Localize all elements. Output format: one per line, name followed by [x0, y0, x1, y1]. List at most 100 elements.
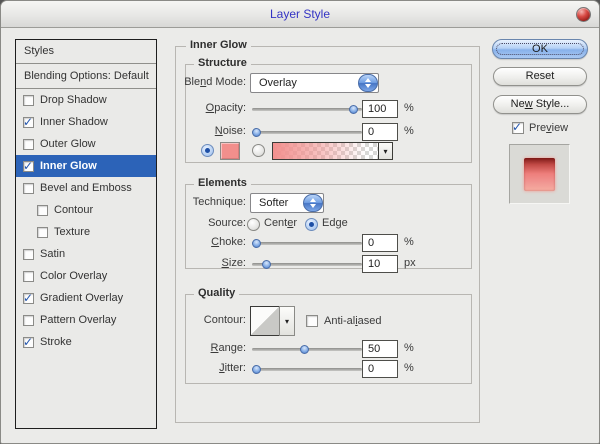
gradient-picker[interactable]: ▾ — [272, 142, 393, 160]
arrow-up-icon — [365, 78, 371, 82]
glow-color-swatch[interactable] — [220, 142, 240, 160]
arrow-up-icon — [310, 198, 316, 202]
drop-shadow-checkbox[interactable] — [23, 94, 34, 106]
technique-value: Softer — [259, 197, 289, 209]
contour-label: Contour: — [203, 314, 246, 326]
source-center-radio[interactable] — [247, 218, 260, 231]
sidebar-item-gradient-overlay[interactable]: Gradient Overlay — [16, 287, 156, 309]
close-button[interactable] — [576, 7, 591, 22]
blend-mode-value: Overlay — [259, 77, 297, 89]
technique-dropdown[interactable]: Softer — [250, 193, 324, 213]
styles-list-header[interactable]: Styles — [16, 40, 156, 64]
choke-input[interactable] — [362, 234, 398, 252]
blend-mode-label: Blend Mode: — [184, 76, 246, 88]
bevel-and-emboss-checkbox[interactable] — [23, 182, 34, 194]
range-unit: % — [404, 342, 414, 354]
jitter-slider[interactable] — [252, 365, 362, 374]
size-label: Size: — [221, 257, 246, 269]
sidebar-item-outer-glow[interactable]: Outer Glow — [16, 133, 156, 155]
size-slider-thumb[interactable] — [262, 260, 272, 269]
source-center-label[interactable]: Center — [264, 217, 297, 229]
style-preview-panel — [509, 144, 570, 204]
inner-shadow-checkbox[interactable] — [23, 115, 34, 129]
choke-slider-thumb[interactable] — [252, 239, 262, 248]
choke-slider[interactable] — [252, 239, 362, 248]
sidebar-item-pattern-overlay[interactable]: Pattern Overlay — [16, 309, 156, 331]
jitter-unit: % — [404, 362, 414, 374]
arrow-down-icon — [365, 84, 371, 88]
solid-color-radio[interactable] — [201, 144, 214, 157]
contour-checkbox[interactable] — [37, 204, 48, 216]
source-edge-radio[interactable] — [305, 218, 318, 231]
titlebar[interactable]: Layer Style — [1, 1, 599, 28]
sidebar-item-satin[interactable]: Satin — [16, 243, 156, 265]
quality-legend: Quality — [194, 287, 240, 299]
anti-aliased-label[interactable]: Anti-aliased — [324, 315, 382, 327]
anti-aliased-checkbox[interactable] — [306, 315, 318, 327]
contour-dropdown-arrow-icon[interactable]: ▾ — [279, 306, 295, 336]
choke-label: Choke: — [211, 236, 246, 248]
sidebar-item-label: Bevel and Emboss — [40, 182, 132, 194]
pattern-overlay-checkbox[interactable] — [23, 314, 34, 326]
sidebar-item-texture[interactable]: Texture — [16, 221, 156, 243]
texture-checkbox[interactable] — [37, 226, 48, 238]
opacity-slider[interactable] — [252, 105, 362, 114]
source-edge-label[interactable]: Edge — [322, 217, 348, 229]
contour-picker[interactable] — [250, 306, 280, 336]
sidebar-item-contour[interactable]: Contour — [16, 199, 156, 221]
range-input[interactable] — [362, 340, 398, 358]
opacity-label: Opacity: — [205, 102, 246, 114]
noise-slider-thumb[interactable] — [252, 128, 262, 137]
blend-mode-dropdown[interactable]: Overlay — [250, 73, 379, 93]
sidebar-item-stroke[interactable]: Stroke — [16, 331, 156, 353]
gradient-dropdown-arrow-icon[interactable]: ▾ — [378, 143, 392, 159]
stroke-checkbox[interactable] — [23, 335, 34, 349]
outer-glow-checkbox[interactable] — [23, 138, 34, 150]
inner-glow-checkbox[interactable] — [23, 159, 34, 173]
sidebar-item-label: Stroke — [40, 336, 72, 348]
gradient-overlay-checkbox[interactable] — [23, 291, 34, 305]
sidebar-item-bevel-and-emboss[interactable]: Bevel and Emboss — [16, 177, 156, 199]
style-preview-thumbnail — [524, 158, 555, 191]
sidebar-item-blending-options[interactable]: Blending Options: Default — [16, 64, 156, 89]
styles-list: Styles Blending Options: Default Drop Sh… — [15, 39, 157, 429]
color-overlay-checkbox[interactable] — [23, 270, 34, 282]
range-slider-thumb[interactable] — [299, 345, 309, 354]
noise-label: Noise: — [214, 125, 246, 137]
jitter-input[interactable] — [362, 360, 398, 378]
panel-title: Inner Glow — [186, 39, 251, 51]
sidebar-item-inner-glow[interactable]: Inner Glow — [16, 155, 156, 177]
opacity-input[interactable] — [362, 100, 398, 118]
jitter-slider-thumb[interactable] — [252, 365, 262, 374]
size-input[interactable] — [362, 255, 398, 273]
preview-checkbox[interactable] — [512, 120, 524, 134]
opacity-slider-thumb[interactable] — [349, 105, 359, 114]
range-slider[interactable] — [252, 345, 362, 354]
new-style-button[interactable]: New Style... — [493, 95, 587, 114]
structure-legend: Structure — [194, 57, 251, 69]
ok-button[interactable]: OK — [492, 39, 588, 59]
sidebar-item-label: Color Overlay — [40, 270, 108, 282]
technique-label: Technique: — [192, 196, 246, 208]
sidebar-item-inner-shadow[interactable]: Inner Shadow — [16, 111, 156, 133]
noise-slider[interactable] — [252, 128, 362, 137]
satin-checkbox[interactable] — [23, 248, 34, 260]
size-unit: px — [404, 257, 416, 269]
arrow-down-icon — [310, 204, 316, 208]
sidebar-item-drop-shadow[interactable]: Drop Shadow — [16, 89, 156, 111]
window-title: Layer Style — [269, 7, 331, 21]
noise-input[interactable] — [362, 123, 398, 141]
elements-legend: Elements — [194, 177, 251, 189]
sidebar-item-label: Satin — [40, 248, 66, 260]
sidebar-item-color-overlay[interactable]: Color Overlay — [16, 265, 156, 287]
reset-button[interactable]: Reset — [493, 67, 587, 86]
size-slider[interactable] — [252, 260, 362, 269]
stepper-icon[interactable] — [358, 74, 378, 92]
sidebar-item-label: Outer Glow — [40, 138, 96, 150]
sidebar-item-label: Pattern Overlay — [40, 314, 117, 326]
jitter-label: Jitter: — [219, 362, 246, 374]
preview-label[interactable]: Preview — [529, 122, 568, 134]
source-label: Source: — [208, 217, 246, 229]
gradient-radio[interactable] — [252, 144, 265, 157]
stepper-icon[interactable] — [303, 194, 323, 212]
